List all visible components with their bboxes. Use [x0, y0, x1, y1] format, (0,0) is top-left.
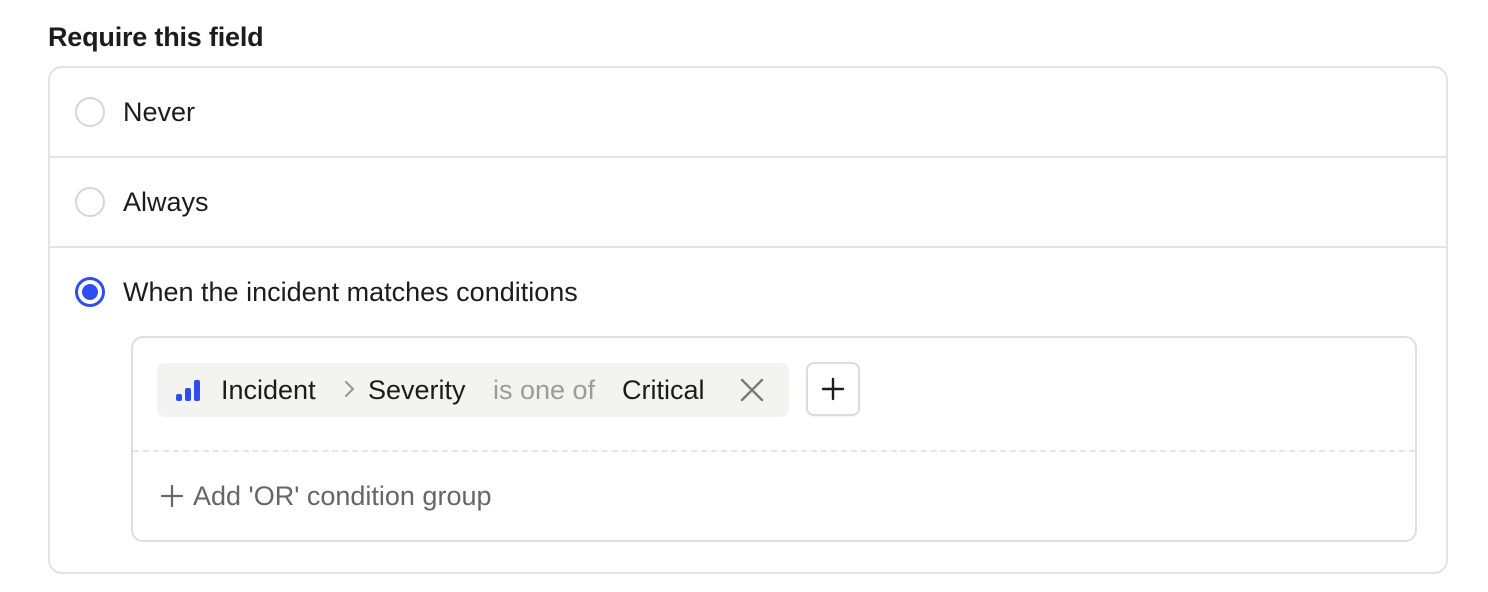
chevron-right-icon: [344, 380, 355, 398]
radio-always[interactable]: [75, 187, 105, 217]
condition-value: Critical: [622, 375, 705, 405]
severity-bars-icon: [176, 380, 200, 401]
option-label-conditional: When the incident matches conditions: [123, 277, 578, 307]
section-label: Require this field: [48, 22, 264, 52]
radio-never[interactable]: [75, 97, 105, 127]
option-always[interactable]: Always: [50, 158, 1446, 248]
require-field-options: Never Always When the incident matches c…: [48, 66, 1448, 574]
option-label-never: Never: [123, 97, 196, 127]
option-conditional[interactable]: When the incident matches conditions Inc…: [50, 248, 1446, 574]
add-condition-button[interactable]: [806, 362, 860, 416]
condition-chip[interactable]: Incident Severity is one of Critical: [157, 363, 789, 417]
option-label-always: Always: [123, 187, 209, 217]
close-icon[interactable]: [739, 377, 765, 403]
option-never[interactable]: Never: [50, 68, 1446, 158]
radio-conditional[interactable]: [75, 277, 105, 307]
condition-entity: Incident: [221, 375, 316, 405]
plus-icon: [161, 485, 183, 507]
add-or-label: Add 'OR' condition group: [193, 481, 492, 511]
condition-group: Incident Severity is one of Critical: [133, 338, 1415, 452]
conditions-editor: Incident Severity is one of Critical Add…: [131, 336, 1417, 542]
plus-icon: [821, 377, 845, 401]
condition-field: Severity: [368, 375, 466, 405]
condition-operator: is one of: [493, 375, 596, 405]
